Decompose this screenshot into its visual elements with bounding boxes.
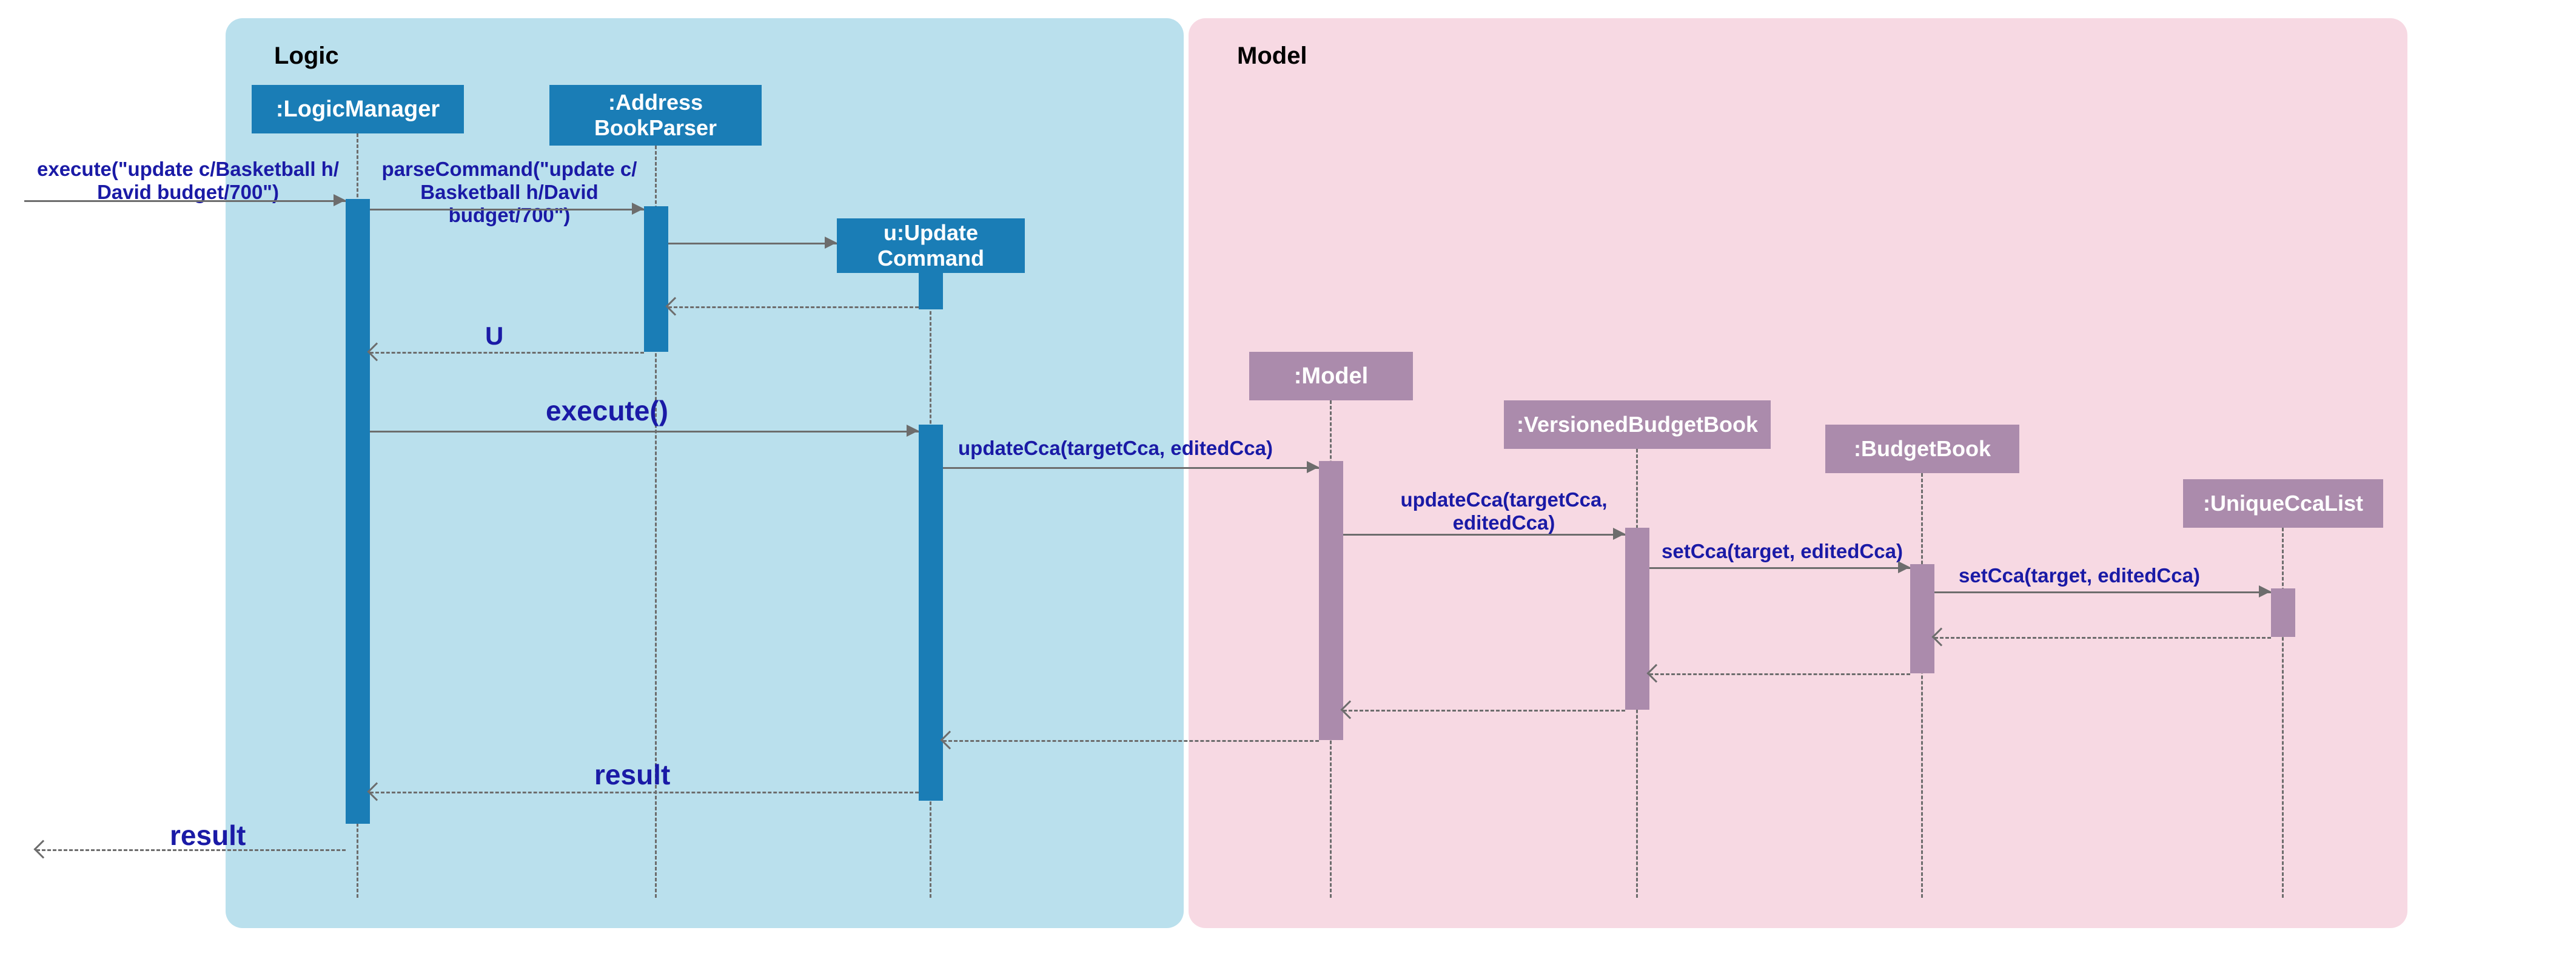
participant-model-label: :Model [1294,363,1368,389]
arrow-ret-unique-cca [1934,637,2271,639]
lifeline-unique-cca-list [2282,528,2284,898]
activation-logic-manager [346,199,370,824]
participant-address-book-parser: :Address BookParser [549,85,762,146]
arrowhead-create-update-command [825,237,837,249]
arrow-u [370,352,644,354]
arrowhead-execute-2 [907,425,919,437]
arrowhead-update-cca-2 [1613,528,1625,540]
arrow-update-cca-2 [1343,534,1625,536]
arrowhead-set-cca-1 [1898,561,1910,573]
arrow-execute-1 [24,200,346,202]
msg-result-2: result [170,819,246,852]
arrow-parse-command [370,209,644,210]
activation-update-command-exec [919,425,943,801]
participant-budget-book: :BudgetBook [1825,425,2019,473]
logic-panel-title: Logic [274,42,339,70]
participant-versioned-budget-book-label: :VersionedBudgetBook [1517,412,1758,437]
msg-update-cca-2: updateCca(targetCca, editedCca) [1383,488,1625,534]
model-panel-title: Model [1237,42,1307,70]
msg-result-1: result [594,758,670,791]
arrow-result-1 [370,792,919,793]
arrowhead-result-2 [33,840,52,858]
arrowhead-execute-1 [334,194,346,206]
participant-logic-manager: :LogicManager [252,85,464,133]
participant-logic-manager-label: :LogicManager [276,96,440,123]
participant-model: :Model [1249,352,1413,400]
participant-versioned-budget-book: :VersionedBudgetBook [1504,400,1771,449]
msg-set-cca-2: setCca(target, editedCca) [1959,564,2200,587]
arrow-ret-budget-book [1649,673,1910,675]
msg-execute-1: execute("update c/Basketball h/ David bu… [24,158,352,204]
arrow-ret-vbb [1343,710,1625,712]
activation-model [1319,461,1343,740]
arrow-set-cca-2 [1934,591,2271,593]
arrow-update-cca-1 [943,467,1319,469]
arrow-create-update-command [668,243,837,244]
arrow-ret-model [943,740,1319,742]
participant-unique-cca-list: :UniqueCcaList [2183,479,2383,528]
arrow-set-cca-1 [1649,567,1910,569]
activation-versioned-budget-book [1625,528,1649,710]
participant-unique-cca-list-label: :UniqueCcaList [2203,491,2363,516]
arrowhead-update-cca-1 [1307,461,1319,473]
arrowhead-parse-command [632,203,644,215]
activation-update-command-create [919,273,943,309]
arrowhead-set-cca-2 [2259,585,2271,598]
msg-set-cca-1: setCca(target, editedCca) [1662,540,1903,563]
msg-update-cca-1: updateCca(targetCca, editedCca) [958,437,1273,460]
msg-parse-command: parseCommand("update c/ Basketball h/Dav… [367,158,652,227]
participant-update-command: u:Update Command [837,218,1025,273]
arrow-execute-2 [370,431,919,433]
participant-update-command-label: u:Update Command [877,220,984,271]
model-panel: Model [1189,18,2407,928]
participant-address-book-parser-label: :Address BookParser [594,90,717,141]
msg-u: U [485,321,503,351]
activation-budget-book [1910,564,1934,673]
activation-unique-cca-list [2271,588,2295,637]
lifeline-budget-book [1921,473,1923,898]
msg-execute-2: execute() [546,394,668,427]
arrow-result-2 [36,849,346,851]
participant-budget-book-label: :BudgetBook [1854,436,1991,462]
arrow-return-create [668,306,919,308]
activation-address-book-parser [644,206,668,352]
